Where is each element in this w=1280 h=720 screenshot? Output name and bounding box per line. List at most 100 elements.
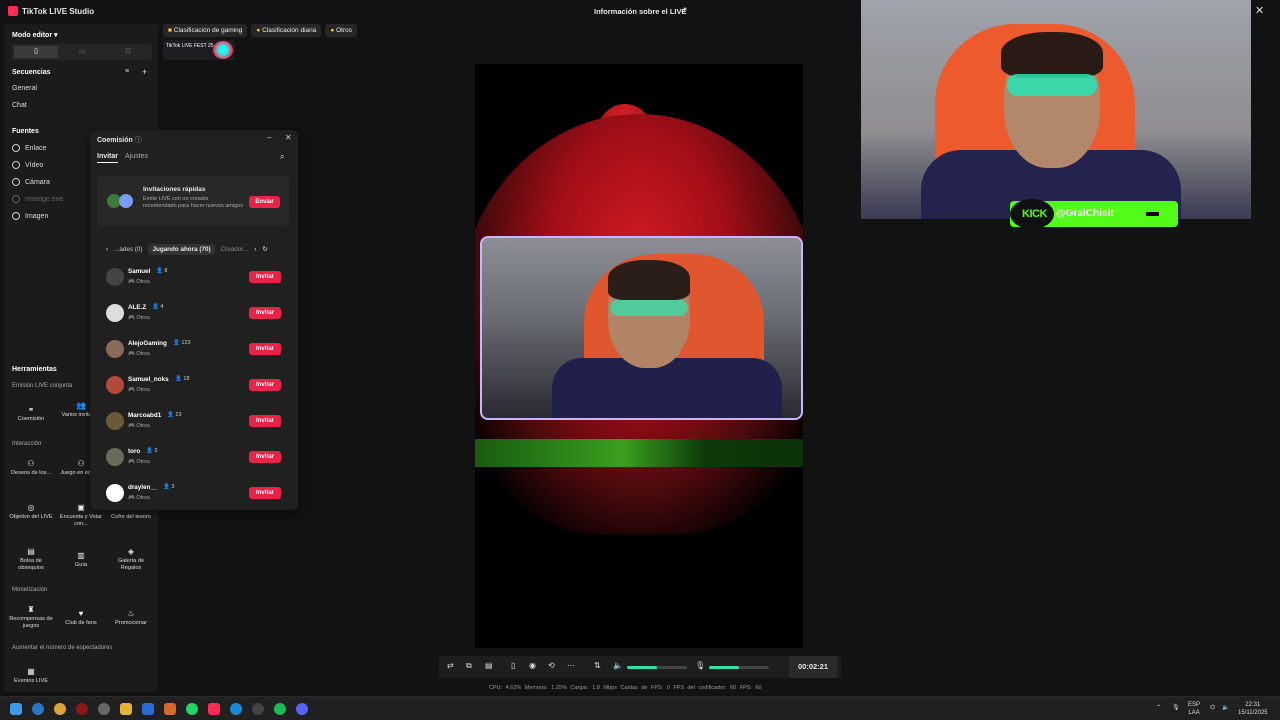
tool-gift-bag[interactable]: ▤ Bolsa de obsequios — [8, 548, 54, 572]
mic-tray-icon[interactable]: 🎙 — [1172, 704, 1180, 712]
refresh-icon[interactable]: ↻ — [262, 246, 267, 253]
tool-guide[interactable]: ▥ Guía — [58, 552, 104, 569]
layout-icon[interactable]: ▤ — [485, 661, 493, 670]
sequence-general[interactable]: General — [12, 85, 37, 92]
filter-creators[interactable]: Creador... — [221, 246, 249, 253]
live-info-link[interactable]: Información sobre el LIVE — [594, 7, 687, 16]
next-filter-icon[interactable]: › — [254, 246, 256, 253]
tool-live-goal[interactable]: ◎ Objetivo del LIVE — [8, 504, 54, 521]
source-msedge[interactable]: msedge.exe — [12, 195, 63, 203]
tool-promote[interactable]: ♨ Promocionar — [108, 610, 154, 627]
app-icon[interactable] — [252, 703, 264, 715]
edge-icon[interactable] — [230, 703, 242, 715]
clock[interactable]: 22:31 15/11/2025 — [1238, 701, 1268, 717]
spotify-icon[interactable] — [274, 703, 286, 715]
tab-invite[interactable]: Invitar — [97, 153, 119, 163]
filter-friends[interactable]: ...ades (0) — [114, 246, 142, 253]
creator-category: 🎮 Otros — [128, 423, 150, 429]
source-image[interactable]: Imagen — [12, 212, 48, 220]
flame-icon: ♨ — [127, 609, 135, 618]
invite-button[interactable]: Invitar — [249, 271, 281, 283]
mic-slider[interactable] — [709, 666, 769, 669]
gallery-icon: ◈ — [127, 547, 135, 556]
mixer-icon[interactable]: ⇅ — [594, 661, 601, 670]
record-icon[interactable]: ◉ — [529, 661, 536, 670]
live-fest-banner[interactable]: TikTok LIVE FEST 25 — [163, 40, 235, 60]
webcam-feed — [861, 0, 1251, 219]
shuffle-icon[interactable]: ⇄ — [447, 661, 454, 670]
discord-icon[interactable] — [296, 703, 308, 715]
minimize-icon[interactable]: – — [267, 133, 271, 142]
volume-icon[interactable]: 🔈 — [1222, 704, 1229, 712]
sequence-chat[interactable]: Chat — [12, 102, 27, 109]
share-icon[interactable]: ⇗ — [680, 5, 688, 16]
app-icon[interactable] — [32, 703, 44, 715]
close-icon[interactable]: ✕ — [1255, 4, 1264, 17]
creator-name: Samuel — [128, 268, 151, 275]
quick-invites-desc: Emite LIVE con un creador recomendado pa… — [143, 196, 243, 209]
more-icon[interactable]: ⋯ — [567, 661, 575, 670]
tiktok-icon[interactable] — [208, 703, 220, 715]
stream-preview[interactable] — [475, 64, 803, 648]
wifi-icon[interactable]: ⌬ — [1210, 704, 1215, 712]
folder-icon[interactable] — [120, 703, 132, 715]
edge-icon[interactable] — [142, 703, 154, 715]
invite-button[interactable]: Invitar — [249, 379, 281, 391]
daily-ranking-pill[interactable]: ● Clasificación diaria — [251, 24, 322, 37]
others-pill[interactable]: ● Otros — [325, 24, 358, 37]
source-link[interactable]: Enlace — [12, 144, 46, 152]
creator-row: Marcoabd1 👤 23 🎮 Otros Invitar — [106, 410, 282, 434]
source-video[interactable]: Vídeo — [12, 161, 43, 169]
tool-gift-gallery[interactable]: ◈ Galería de Regalos — [108, 548, 154, 572]
add-sequence-icon[interactable]: + — [142, 67, 147, 77]
play-icon — [12, 161, 20, 169]
creator-category: 🎮 Otros — [128, 315, 150, 321]
gaming-ranking-pill[interactable]: ■ Clasificación de gaming — [163, 24, 248, 37]
language-indicator[interactable]: ESP LAA — [1188, 701, 1200, 717]
tab-settings[interactable]: Ajustes — [125, 153, 148, 160]
filter-playing-now[interactable]: Jugando ahora (70) — [148, 244, 215, 255]
creator-name: ALE.Z — [128, 304, 147, 311]
send-button[interactable]: Enviar — [249, 196, 280, 208]
chevron-up-icon[interactable]: ⌃ — [1156, 704, 1161, 712]
commission-title: Coemisión ⓘ — [97, 137, 142, 144]
creator-name: draylen__ — [128, 484, 158, 491]
lock-tab[interactable]: ⊡ — [106, 46, 150, 58]
tools-header: Herramientas — [12, 366, 57, 373]
mode-selector[interactable]: Modo editor ▾ — [12, 31, 58, 39]
source-camera[interactable]: Cámara — [12, 178, 50, 186]
portrait-tab[interactable]: ▯ — [14, 46, 58, 58]
camera-overlay[interactable] — [480, 236, 803, 420]
invite-button[interactable]: Invitar — [249, 343, 281, 355]
app-icon[interactable] — [76, 703, 88, 715]
phone-icon[interactable]: ▯ — [511, 661, 515, 670]
search-icon[interactable]: ⌕ — [280, 152, 284, 162]
person-hair — [608, 260, 690, 300]
chrome-icon[interactable] — [54, 703, 66, 715]
landscape-tab[interactable]: ▭ — [60, 46, 104, 58]
avatar — [106, 484, 124, 502]
app-icon[interactable] — [164, 703, 176, 715]
speaker-slider[interactable] — [627, 666, 687, 669]
invite-button[interactable]: Invitar — [249, 307, 281, 319]
invite-button[interactable]: Invitar — [249, 451, 281, 463]
sequences-header: Secuencias — [12, 69, 51, 76]
prev-filter-icon[interactable]: ‹ — [106, 246, 108, 253]
windows-start-icon[interactable] — [10, 703, 22, 715]
tool-live-events[interactable]: ▦ Eventos LIVE — [8, 668, 54, 685]
invite-button[interactable]: Invitar — [249, 487, 281, 499]
mic-icon[interactable]: 🎙 — [695, 661, 705, 670]
tool-coemision[interactable]: ⚭ Coemisión — [8, 406, 54, 423]
tool-game-rewards[interactable]: ♜ Recompensas de juegos — [8, 606, 54, 630]
invite-button[interactable]: Invitar — [249, 415, 281, 427]
replay-icon[interactable]: ⟲ — [548, 661, 555, 670]
layers-icon[interactable]: ⧉ — [466, 661, 472, 671]
speaker-icon[interactable]: 🔈 — [613, 661, 623, 670]
tool-wishes[interactable]: ⚇ Deseos de los... — [8, 460, 54, 477]
list-icon[interactable]: ≡ — [125, 68, 129, 75]
tool-fan-club[interactable]: ♥ Club de fans — [58, 610, 104, 627]
close-dialog-icon[interactable]: ✕ — [285, 133, 292, 142]
sunglasses — [610, 300, 688, 316]
whatsapp-icon[interactable] — [186, 703, 198, 715]
settings-icon[interactable] — [98, 703, 110, 715]
